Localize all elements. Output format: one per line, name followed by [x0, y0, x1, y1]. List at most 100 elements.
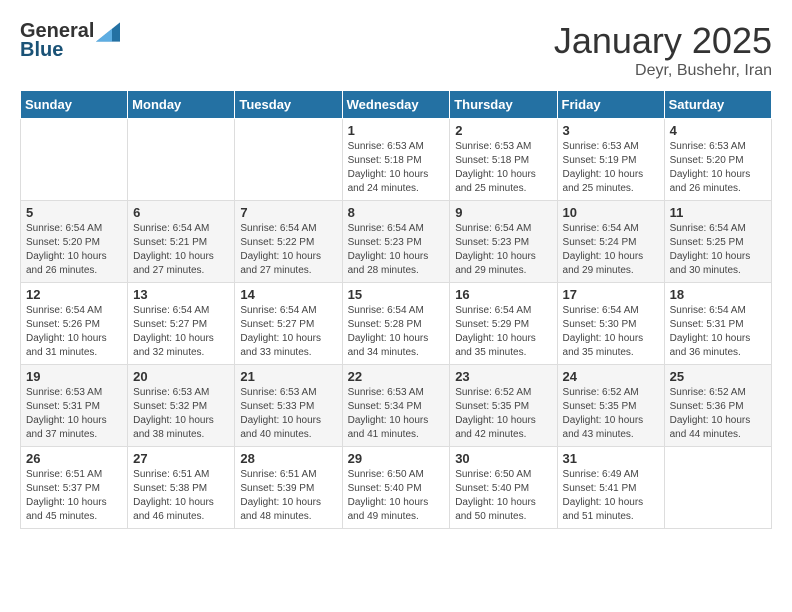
day-info: Sunrise: 6:53 AM Sunset: 5:32 PM Dayligh… [133, 386, 229, 442]
calendar-cell: 24 Sunrise: 6:52 AM Sunset: 5:35 PM Dayli… [557, 365, 664, 447]
calendar-cell: 21Sunrise: 6:53 AM Sunset: 5:33 PM Dayli… [235, 365, 342, 447]
day-number: 22 [348, 369, 445, 384]
calendar-cell: 16 Sunrise: 6:54 AM Sunset: 5:29 PM Dayli… [450, 283, 557, 365]
day-number: 11 [670, 205, 766, 220]
day-info: Sunrise: 6:54 AM Sunset: 5:23 PM Dayligh… [455, 222, 551, 278]
calendar-cell: 29 Sunrise: 6:50 AM Sunset: 5:40 PM Dayli… [342, 447, 450, 529]
day-info: Sunrise: 6:52 AM Sunset: 5:35 PM Dayligh… [455, 386, 551, 442]
day-number: 18 [670, 287, 766, 302]
calendar-cell: 13 Sunrise: 6:54 AM Sunset: 5:27 PM Dayli… [128, 283, 235, 365]
calendar-cell: 28 Sunrise: 6:51 AM Sunset: 5:39 PM Dayli… [235, 447, 342, 529]
day-number: 6 [133, 205, 229, 220]
calendar-table: SundayMondayTuesdayWednesdayThursdayFrid… [20, 90, 772, 529]
calendar-cell: 3 Sunrise: 6:53 AM Sunset: 5:19 PM Daylig… [557, 119, 664, 201]
calendar-cell: 19Sunrise: 6:53 AM Sunset: 5:31 PM Dayli… [21, 365, 128, 447]
logo: General Blue [20, 20, 120, 62]
day-number: 10 [563, 205, 659, 220]
day-number: 23 [455, 369, 551, 384]
day-number: 16 [455, 287, 551, 302]
calendar-week-4: 19Sunrise: 6:53 AM Sunset: 5:31 PM Dayli… [21, 365, 772, 447]
calendar-cell: 31 Sunrise: 6:49 AM Sunset: 5:41 PM Dayli… [557, 447, 664, 529]
calendar-cell: 18Sunrise: 6:54 AM Sunset: 5:31 PM Dayli… [664, 283, 771, 365]
day-number: 9 [455, 205, 551, 220]
month-title: January 2025 [554, 20, 772, 62]
calendar-cell: 27Sunrise: 6:51 AM Sunset: 5:38 PM Dayli… [128, 447, 235, 529]
calendar-header-tuesday: Tuesday [235, 91, 342, 119]
calendar-week-2: 5Sunrise: 6:54 AM Sunset: 5:20 PM Daylig… [21, 201, 772, 283]
day-number: 17 [563, 287, 659, 302]
day-number: 5 [26, 205, 122, 220]
calendar-header-monday: Monday [128, 91, 235, 119]
day-info: Sunrise: 6:54 AM Sunset: 5:22 PM Dayligh… [240, 222, 336, 278]
day-info: Sunrise: 6:53 AM Sunset: 5:33 PM Dayligh… [240, 386, 336, 442]
calendar-week-1: 1 Sunrise: 6:53 AM Sunset: 5:18 PM Daylig… [21, 119, 772, 201]
day-number: 3 [563, 123, 659, 138]
day-number: 2 [455, 123, 551, 138]
day-number: 31 [563, 451, 659, 466]
day-info: Sunrise: 6:54 AM Sunset: 5:27 PM Dayligh… [240, 304, 336, 360]
logo-blue-text: Blue [20, 39, 63, 61]
logo-icon [96, 22, 120, 42]
day-info: Sunrise: 6:54 AM Sunset: 5:30 PM Dayligh… [563, 304, 659, 360]
day-number: 20 [133, 369, 229, 384]
calendar-cell: 20 Sunrise: 6:53 AM Sunset: 5:32 PM Dayli… [128, 365, 235, 447]
day-info: Sunrise: 6:53 AM Sunset: 5:20 PM Dayligh… [670, 140, 766, 196]
calendar-cell: 10 Sunrise: 6:54 AM Sunset: 5:24 PM Dayli… [557, 201, 664, 283]
day-info: Sunrise: 6:53 AM Sunset: 5:34 PM Dayligh… [348, 386, 445, 442]
calendar-cell: 17 Sunrise: 6:54 AM Sunset: 5:30 PM Dayli… [557, 283, 664, 365]
calendar-cell [21, 119, 128, 201]
calendar-header-thursday: Thursday [450, 91, 557, 119]
calendar-cell: 12Sunrise: 6:54 AM Sunset: 5:26 PM Dayli… [21, 283, 128, 365]
day-info: Sunrise: 6:50 AM Sunset: 5:40 PM Dayligh… [348, 468, 445, 524]
calendar-cell: 7Sunrise: 6:54 AM Sunset: 5:22 PM Daylig… [235, 201, 342, 283]
calendar-cell: 2 Sunrise: 6:53 AM Sunset: 5:18 PM Daylig… [450, 119, 557, 201]
day-number: 8 [348, 205, 445, 220]
day-number: 13 [133, 287, 229, 302]
calendar-header-wednesday: Wednesday [342, 91, 450, 119]
day-info: Sunrise: 6:53 AM Sunset: 5:18 PM Dayligh… [455, 140, 551, 196]
day-number: 29 [348, 451, 445, 466]
day-info: Sunrise: 6:51 AM Sunset: 5:37 PM Dayligh… [26, 468, 122, 524]
day-number: 4 [670, 123, 766, 138]
day-info: Sunrise: 6:49 AM Sunset: 5:41 PM Dayligh… [563, 468, 659, 524]
calendar-cell: 23 Sunrise: 6:52 AM Sunset: 5:35 PM Dayli… [450, 365, 557, 447]
day-number: 26 [26, 451, 122, 466]
calendar-header-sunday: Sunday [21, 91, 128, 119]
title-block: January 2025 Deyr, Bushehr, Iran [554, 20, 772, 80]
day-info: Sunrise: 6:54 AM Sunset: 5:29 PM Dayligh… [455, 304, 551, 360]
page-header: General Blue January 2025 Deyr, Bushehr,… [20, 20, 772, 80]
day-info: Sunrise: 6:51 AM Sunset: 5:39 PM Dayligh… [240, 468, 336, 524]
calendar-cell: 14 Sunrise: 6:54 AM Sunset: 5:27 PM Dayli… [235, 283, 342, 365]
calendar-week-5: 26 Sunrise: 6:51 AM Sunset: 5:37 PM Dayli… [21, 447, 772, 529]
calendar-cell: 1 Sunrise: 6:53 AM Sunset: 5:18 PM Daylig… [342, 119, 450, 201]
day-info: Sunrise: 6:54 AM Sunset: 5:26 PM Dayligh… [26, 304, 122, 360]
calendar-cell: 25 Sunrise: 6:52 AM Sunset: 5:36 PM Dayli… [664, 365, 771, 447]
day-number: 1 [348, 123, 445, 138]
calendar-cell [664, 447, 771, 529]
calendar-cell: 11 Sunrise: 6:54 AM Sunset: 5:25 PM Dayli… [664, 201, 771, 283]
day-info: Sunrise: 6:50 AM Sunset: 5:40 PM Dayligh… [455, 468, 551, 524]
calendar-cell: 30Sunrise: 6:50 AM Sunset: 5:40 PM Dayli… [450, 447, 557, 529]
day-info: Sunrise: 6:53 AM Sunset: 5:18 PM Dayligh… [348, 140, 445, 196]
day-info: Sunrise: 6:53 AM Sunset: 5:19 PM Dayligh… [563, 140, 659, 196]
calendar-cell: 26 Sunrise: 6:51 AM Sunset: 5:37 PM Dayli… [21, 447, 128, 529]
day-info: Sunrise: 6:53 AM Sunset: 5:31 PM Dayligh… [26, 386, 122, 442]
day-number: 24 [563, 369, 659, 384]
day-info: Sunrise: 6:52 AM Sunset: 5:35 PM Dayligh… [563, 386, 659, 442]
day-info: Sunrise: 6:54 AM Sunset: 5:27 PM Dayligh… [133, 304, 229, 360]
day-info: Sunrise: 6:52 AM Sunset: 5:36 PM Dayligh… [670, 386, 766, 442]
calendar-cell: 4 Sunrise: 6:53 AM Sunset: 5:20 PM Daylig… [664, 119, 771, 201]
calendar-cell: 8Sunrise: 6:54 AM Sunset: 5:23 PM Daylig… [342, 201, 450, 283]
calendar-header-row: SundayMondayTuesdayWednesdayThursdayFrid… [21, 91, 772, 119]
calendar-cell [235, 119, 342, 201]
day-info: Sunrise: 6:54 AM Sunset: 5:25 PM Dayligh… [670, 222, 766, 278]
day-number: 28 [240, 451, 336, 466]
day-info: Sunrise: 6:54 AM Sunset: 5:21 PM Dayligh… [133, 222, 229, 278]
calendar-week-3: 12Sunrise: 6:54 AM Sunset: 5:26 PM Dayli… [21, 283, 772, 365]
day-number: 27 [133, 451, 229, 466]
day-number: 25 [670, 369, 766, 384]
calendar-cell: 22 Sunrise: 6:53 AM Sunset: 5:34 PM Dayli… [342, 365, 450, 447]
calendar-cell: 6 Sunrise: 6:54 AM Sunset: 5:21 PM Daylig… [128, 201, 235, 283]
day-number: 14 [240, 287, 336, 302]
day-info: Sunrise: 6:54 AM Sunset: 5:24 PM Dayligh… [563, 222, 659, 278]
